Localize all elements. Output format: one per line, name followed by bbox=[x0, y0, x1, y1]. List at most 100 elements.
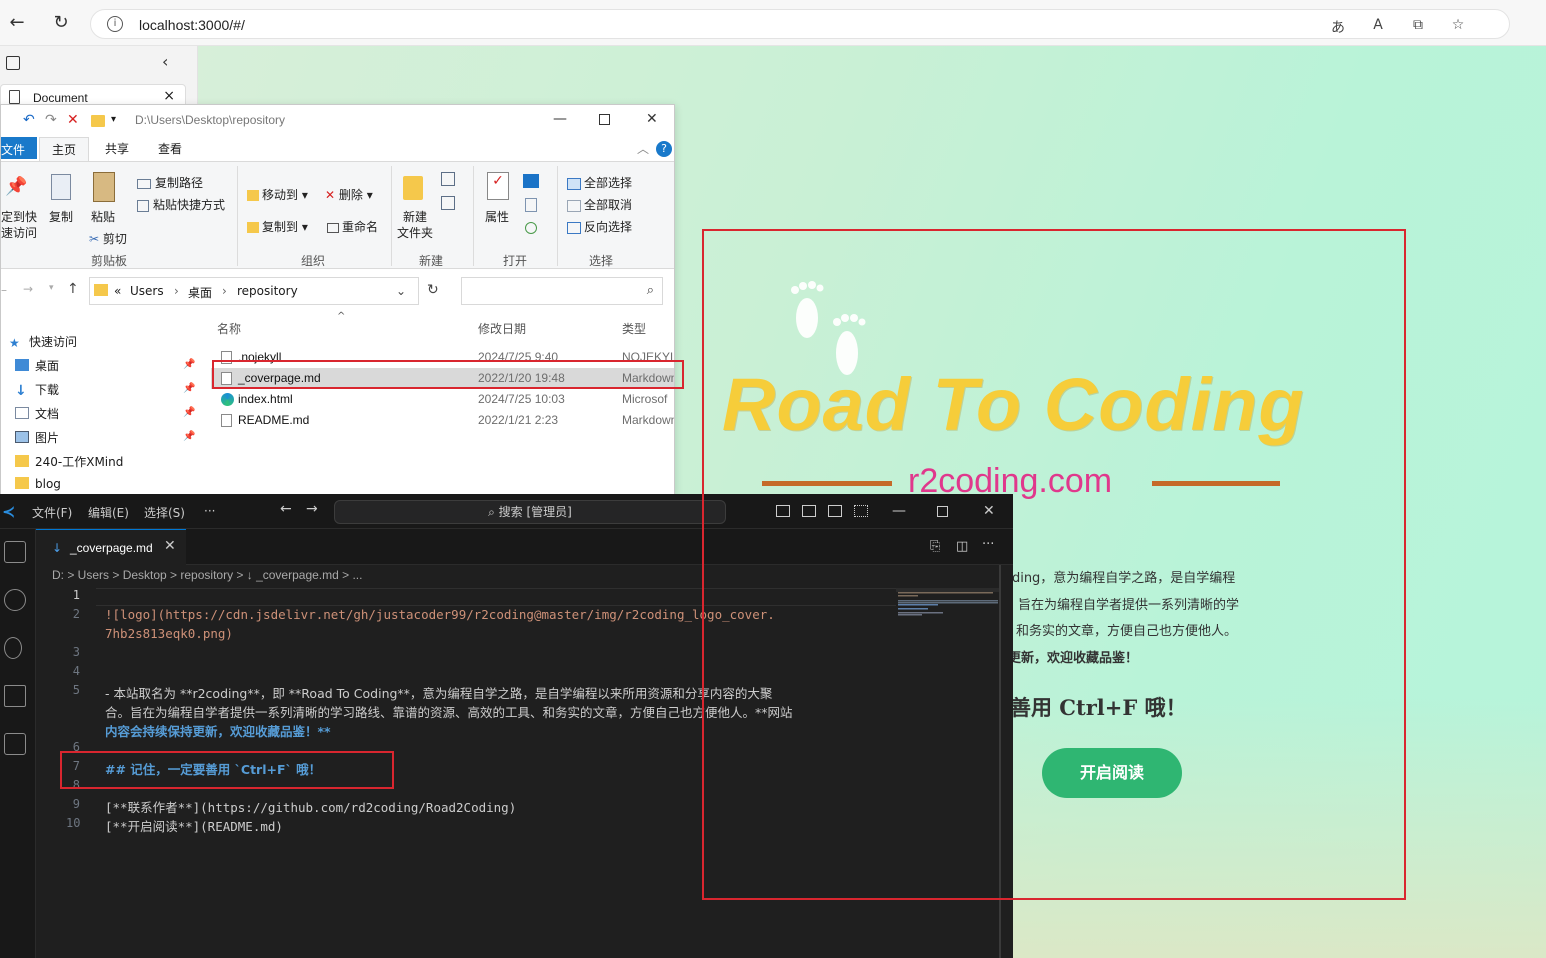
breadcrumb-users[interactable]: Users bbox=[130, 284, 164, 298]
file-row[interactable]: index.html 2024/7/25 10:03 Microsof bbox=[211, 389, 674, 410]
tab-view[interactable]: 查看 bbox=[158, 140, 182, 157]
up-arrow-icon[interactable]: ↑ bbox=[67, 281, 79, 297]
explorer-breadcrumb[interactable]: « Users › 桌面 › repository ⌄ bbox=[89, 277, 419, 305]
tab-coverpage-md[interactable]: ↓ _coverpage.md ✕ bbox=[36, 529, 186, 565]
move-to-button[interactable]: 移动到 ▾ bbox=[247, 186, 308, 203]
explorer-icon[interactable] bbox=[4, 541, 26, 563]
documents-icon bbox=[15, 407, 29, 419]
chevron-left-icon[interactable]: ‹ bbox=[162, 52, 168, 71]
editor-breadcrumbs[interactable]: D: > Users > Desktop > repository > ↓ _c… bbox=[52, 568, 362, 582]
pin-icon[interactable]: 📌 bbox=[183, 359, 195, 370]
breadcrumb-repository[interactable]: repository bbox=[237, 284, 298, 298]
source-control-icon[interactable] bbox=[4, 637, 22, 659]
cut-button[interactable]: ✂ 剪切 bbox=[89, 230, 127, 247]
menu-edit[interactable]: 编辑(E) bbox=[88, 504, 129, 521]
sidebar-toggle-icon[interactable] bbox=[6, 56, 20, 70]
command-center-search[interactable]: ⌕ 搜索 [管理员] bbox=[334, 500, 726, 524]
nav-label: 文档 bbox=[35, 407, 60, 421]
search-icon: ⌕ bbox=[646, 283, 654, 298]
pin-icon[interactable]: 📌 bbox=[183, 431, 195, 442]
explorer-search-input[interactable]: ⌕ bbox=[461, 277, 663, 305]
close-icon[interactable]: ✕ bbox=[646, 111, 658, 127]
edit-icon[interactable] bbox=[525, 198, 537, 212]
file-row[interactable]: README.md 2022/1/21 2:23 Markdown bbox=[211, 410, 674, 431]
delete-quick-icon[interactable]: ✕ bbox=[67, 112, 79, 128]
chevron-up-icon[interactable]: ︿ bbox=[637, 140, 649, 157]
close-icon[interactable]: × bbox=[163, 88, 175, 104]
maximize-icon[interactable] bbox=[599, 114, 610, 125]
read-aloud-icon[interactable]: A bbox=[1367, 17, 1389, 37]
copy-path-button[interactable]: 复制路径 bbox=[137, 174, 203, 191]
nav-quick-access[interactable]: ★ 快速访问 bbox=[9, 333, 77, 350]
paste-icon[interactable] bbox=[93, 172, 115, 202]
nav-blog-folder[interactable]: blog bbox=[15, 477, 61, 491]
address-bar[interactable]: i localhost:3000/#/ あ A ⧉ ☆ bbox=[90, 9, 1510, 39]
copy-to-button[interactable]: 复制到 ▾ bbox=[247, 218, 308, 235]
nav-downloads[interactable]: ↓ 下载 bbox=[15, 381, 59, 399]
select-none-button[interactable]: 全部取消 bbox=[567, 196, 632, 213]
vscode-open-icon[interactable] bbox=[523, 174, 539, 188]
paste-button[interactable]: 粘贴 bbox=[91, 208, 115, 225]
delete-button[interactable]: ✕ 删除 ▾ bbox=[325, 186, 373, 203]
nav-back-icon[interactable]: ← bbox=[280, 501, 292, 517]
undo-icon[interactable]: ↶ bbox=[23, 112, 35, 128]
minimize-icon[interactable]: — bbox=[553, 111, 567, 127]
menu-file[interactable]: 文件(F) bbox=[32, 504, 72, 521]
refresh-icon[interactable]: ↻ bbox=[50, 12, 72, 34]
chevron-down-icon[interactable]: ▾ bbox=[111, 114, 116, 125]
refresh-icon[interactable]: ↻ bbox=[427, 282, 439, 298]
extensions-icon[interactable] bbox=[4, 733, 26, 755]
menu-selection[interactable]: 选择(S) bbox=[144, 504, 185, 521]
close-icon[interactable]: ✕ bbox=[164, 538, 176, 554]
pin-quick-access-label[interactable]: 定到快 bbox=[1, 208, 37, 225]
tab-home[interactable]: 主页 bbox=[39, 137, 89, 161]
menu-more[interactable]: ··· bbox=[204, 504, 215, 518]
pin-quick-access-label-2[interactable]: 速访问 bbox=[1, 224, 37, 241]
column-date[interactable]: 修改日期 bbox=[478, 320, 526, 337]
back-arrow-icon[interactable]: – bbox=[1, 283, 7, 297]
nav-pictures[interactable]: 图片 bbox=[15, 429, 59, 446]
breadcrumb-desktop[interactable]: 桌面 bbox=[188, 284, 212, 301]
new-folder-button[interactable]: 新建 bbox=[403, 208, 427, 225]
recent-dropdown-icon[interactable]: ▾ bbox=[49, 283, 54, 293]
redo-icon[interactable]: ↷ bbox=[45, 112, 57, 128]
back-icon[interactable]: ← bbox=[6, 12, 28, 34]
run-debug-icon[interactable] bbox=[4, 685, 26, 707]
column-name[interactable]: 名称 bbox=[217, 320, 241, 337]
history-icon[interactable] bbox=[525, 222, 537, 234]
new-folder-icon[interactable] bbox=[403, 176, 423, 200]
invert-selection-button[interactable]: 反向选择 bbox=[567, 218, 632, 235]
chevron-down-icon[interactable]: ⌄ bbox=[396, 284, 406, 298]
copy-icon[interactable] bbox=[51, 174, 71, 200]
search-icon[interactable] bbox=[4, 589, 26, 611]
help-icon[interactable]: ? bbox=[656, 141, 672, 157]
app-icon[interactable]: ⧉ bbox=[1407, 17, 1429, 37]
rename-icon bbox=[327, 222, 339, 233]
nav-documents[interactable]: 文档 bbox=[15, 405, 59, 422]
translate-icon[interactable]: あ bbox=[1327, 17, 1349, 37]
nav-xmind-folder[interactable]: 240-工作XMind bbox=[15, 453, 123, 470]
new-item-icon[interactable] bbox=[441, 172, 455, 186]
pin-icon[interactable]: 📌 bbox=[183, 383, 195, 394]
pin-icon[interactable]: 📌 bbox=[5, 176, 27, 197]
breadcrumb-overflow[interactable]: « bbox=[114, 284, 121, 298]
paste-shortcut-button[interactable]: 粘贴快捷方式 bbox=[137, 196, 225, 213]
markdown-file-icon bbox=[221, 414, 232, 427]
folder-quick-icon[interactable] bbox=[91, 115, 105, 127]
rename-button[interactable]: 重命名 bbox=[327, 218, 378, 235]
favorite-icon[interactable]: ☆ bbox=[1447, 17, 1469, 37]
select-all-button[interactable]: 全部选择 bbox=[567, 174, 632, 191]
properties-button[interactable]: 属性 bbox=[485, 208, 509, 225]
properties-icon[interactable]: ✓ bbox=[487, 172, 509, 200]
new-folder-button-2[interactable]: 文件夹 bbox=[397, 224, 433, 241]
copy-button[interactable]: 复制 bbox=[49, 208, 73, 225]
easy-access-icon[interactable] bbox=[441, 196, 455, 210]
nav-desktop[interactable]: 桌面 bbox=[15, 357, 59, 374]
column-type[interactable]: 类型 bbox=[622, 320, 646, 337]
forward-arrow-icon[interactable]: → bbox=[23, 282, 33, 296]
tab-file[interactable]: 文件 bbox=[1, 137, 37, 159]
nav-forward-icon[interactable]: → bbox=[306, 501, 318, 517]
tab-share[interactable]: 共享 bbox=[105, 140, 129, 157]
site-info-icon[interactable]: i bbox=[107, 16, 123, 32]
pin-icon[interactable]: 📌 bbox=[183, 407, 195, 418]
